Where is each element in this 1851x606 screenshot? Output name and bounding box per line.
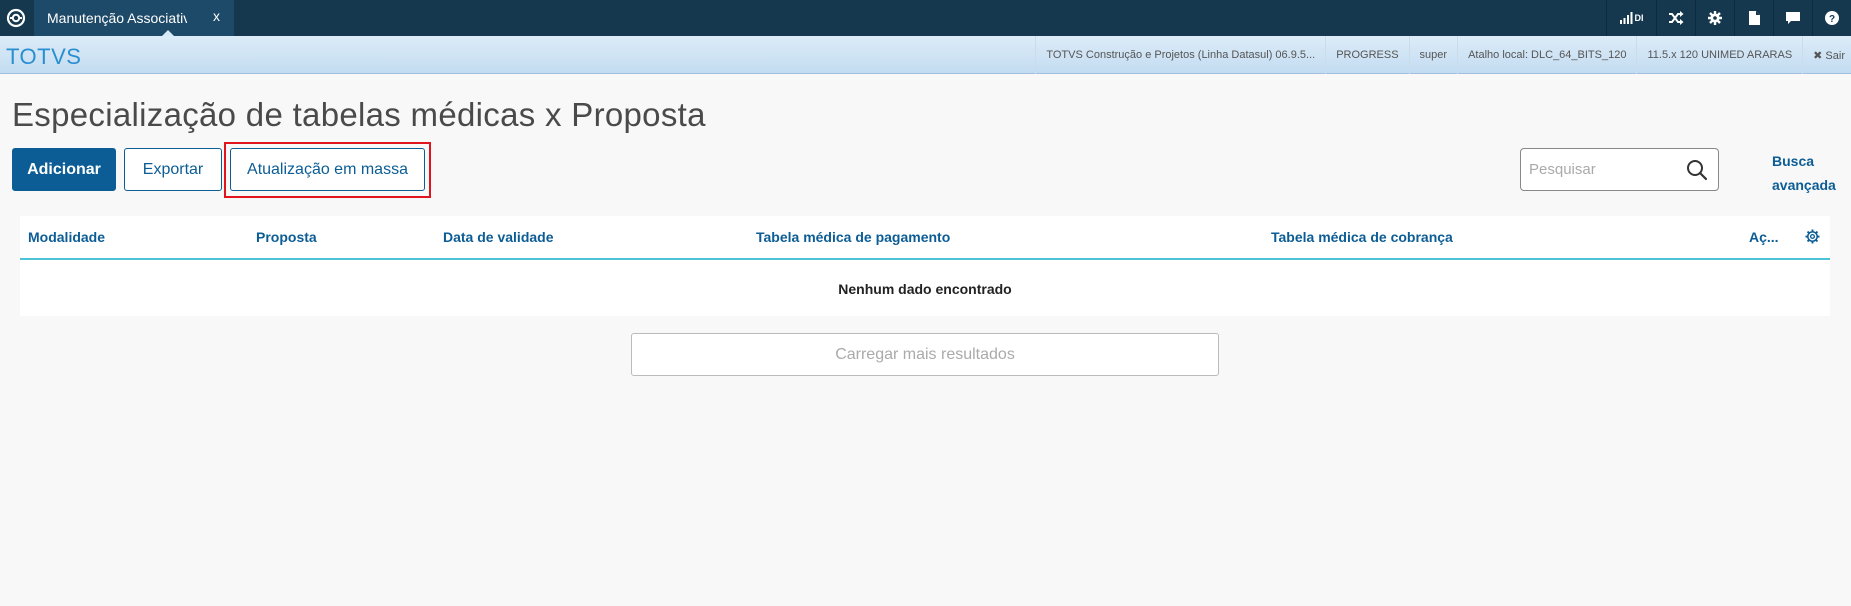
advanced-search-link[interactable]: Busca avançada bbox=[1772, 149, 1842, 197]
brand-logo: TOTVS bbox=[6, 44, 82, 69]
shuffle-icon[interactable] bbox=[1656, 0, 1695, 36]
connection-signal-icon[interactable]: DI bbox=[1606, 0, 1656, 36]
column-header-proposta[interactable]: Proposta bbox=[256, 229, 317, 245]
help-icon[interactable]: ? bbox=[1812, 0, 1851, 36]
column-header-data-validade[interactable]: Data de validade bbox=[443, 229, 554, 245]
environment-info-items: TOTVS Construção e Projetos (Linha Datas… bbox=[1035, 36, 1851, 74]
search-field[interactable] bbox=[1520, 148, 1719, 191]
svg-text:?: ? bbox=[1829, 14, 1835, 25]
empty-table-message: Nenhum dado encontrado bbox=[838, 281, 1012, 297]
signal-label: DI bbox=[1634, 13, 1644, 23]
document-icon[interactable] bbox=[1734, 0, 1773, 36]
page-title: Especialização de tabelas médicas x Prop… bbox=[12, 96, 706, 133]
load-more-button[interactable]: Carregar mais resultados bbox=[631, 333, 1219, 376]
tab-manutencao-associativa[interactable]: Manutenção Associativ x bbox=[34, 0, 234, 37]
shortcut-info: Atalho local: DLC_64_BITS_120 bbox=[1457, 36, 1636, 74]
column-header-modalidade[interactable]: Modalidade bbox=[28, 229, 105, 245]
search-icon[interactable] bbox=[1686, 159, 1708, 186]
column-settings-gear-icon[interactable] bbox=[1805, 229, 1820, 249]
column-header-tabela-pagamento[interactable]: Tabela médica de pagamento bbox=[756, 229, 950, 245]
app-menu-logo-icon[interactable] bbox=[0, 0, 32, 36]
data-table: Modalidade Proposta Data de validade Tab… bbox=[20, 216, 1830, 316]
environment-info-bar: TOTVS TOTVS Construção e Projetos (Linha… bbox=[0, 36, 1851, 74]
database-info: PROGRESS bbox=[1325, 36, 1408, 74]
exit-button[interactable]: ✖ Sair bbox=[1802, 36, 1851, 74]
add-button[interactable]: Adicionar bbox=[12, 148, 116, 191]
company-info[interactable]: TOTVS Construção e Projetos (Linha Datas… bbox=[1035, 36, 1325, 74]
table-header: Modalidade Proposta Data de validade Tab… bbox=[20, 216, 1830, 260]
mass-update-button[interactable]: Atualização em massa bbox=[230, 148, 425, 191]
settings-gear-icon[interactable] bbox=[1695, 0, 1734, 36]
environment-version-info: 11.5.x 120 UNIMED ARARAS bbox=[1636, 36, 1802, 74]
user-info: super bbox=[1408, 36, 1458, 74]
tab-close-icon[interactable]: x bbox=[213, 8, 220, 24]
chat-message-icon[interactable] bbox=[1773, 0, 1812, 36]
search-input[interactable] bbox=[1521, 149, 1671, 190]
column-header-acoes: Aç... bbox=[1749, 229, 1779, 245]
column-header-tabela-cobranca[interactable]: Tabela médica de cobrança bbox=[1271, 229, 1453, 245]
export-button[interactable]: Exportar bbox=[124, 148, 222, 191]
top-navigation-bar: Manutenção Associativ x DI ? bbox=[0, 0, 1851, 37]
top-icon-group: DI ? bbox=[1606, 0, 1851, 36]
tab-label: Manutenção Associativ bbox=[47, 10, 187, 26]
